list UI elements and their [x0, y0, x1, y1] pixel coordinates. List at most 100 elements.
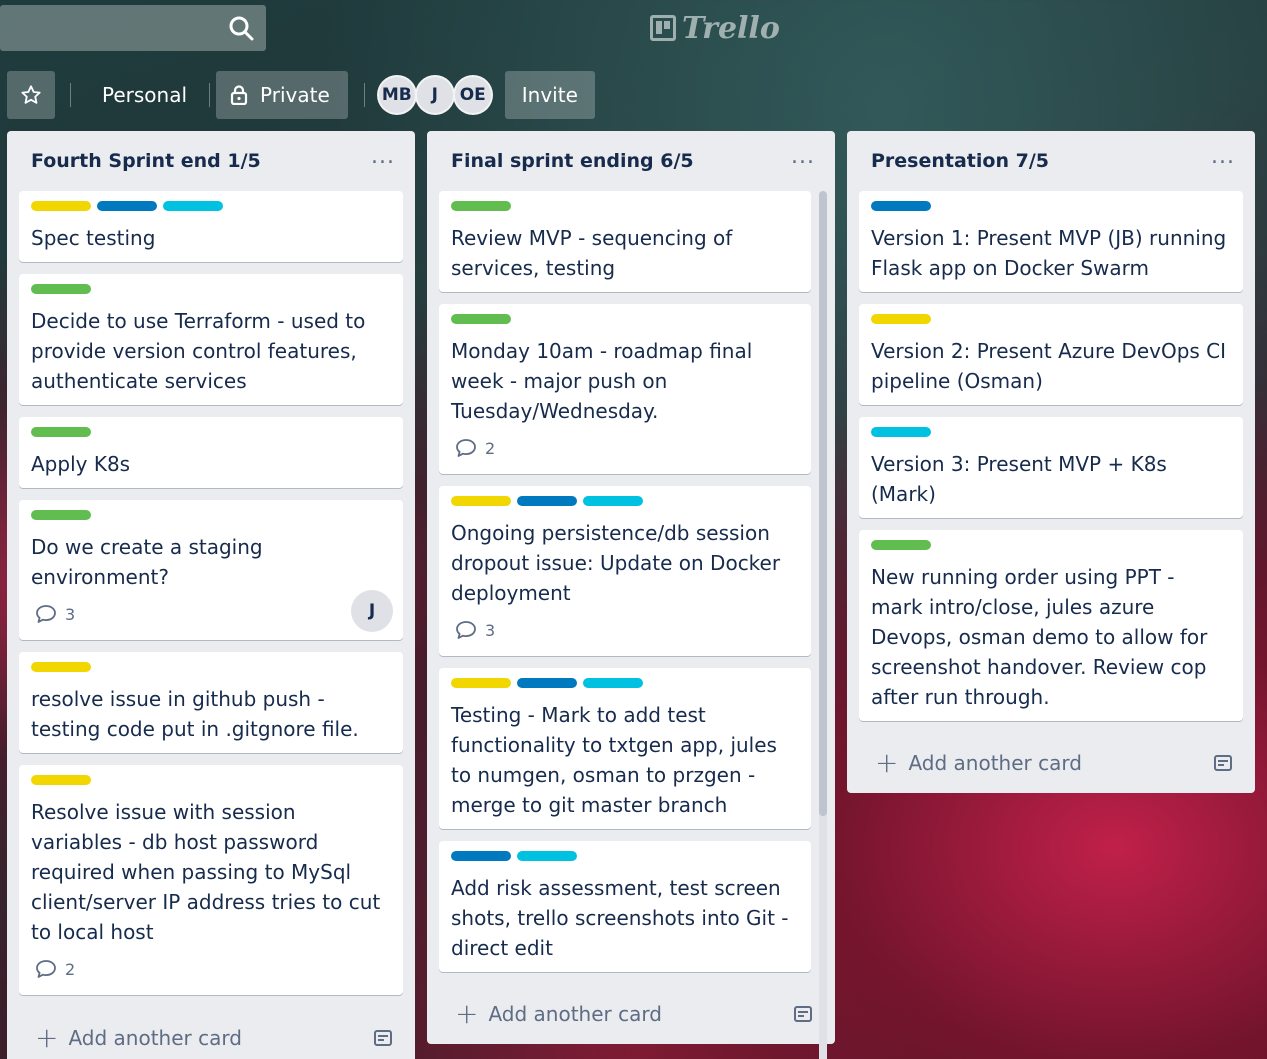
card-template-icon[interactable] — [1213, 753, 1233, 773]
card-labels — [451, 201, 799, 211]
label-green[interactable] — [451, 314, 511, 324]
label-green[interactable] — [871, 540, 931, 550]
add-card-label: Add another card — [488, 1002, 662, 1026]
label-yellow[interactable] — [31, 775, 91, 785]
scrollbar-thumb[interactable] — [819, 191, 827, 816]
card-title: Version 2: Present Azure DevOps CI pipel… — [871, 339, 1227, 393]
comment-count: 3 — [485, 620, 496, 640]
list: Fourth Sprint end 1/5 ... Spec testing De… — [7, 131, 415, 1059]
list-scrollbar[interactable] — [819, 191, 827, 1059]
label-blue[interactable] — [97, 201, 157, 211]
comment-icon — [36, 605, 56, 623]
label-yellow[interactable] — [871, 314, 931, 324]
card-title: Do we create a staging environment? — [31, 535, 263, 589]
card-title: Decide to use Terraform - used to provid… — [31, 309, 366, 393]
list-menu-button[interactable]: ... — [371, 146, 395, 168]
add-card-button[interactable]: + Add another card — [35, 1021, 242, 1054]
card-labels — [871, 201, 1231, 211]
list-header[interactable]: Final sprint ending 6/5 ... — [427, 131, 835, 191]
workspace-button[interactable]: Personal — [86, 71, 203, 119]
visibility-button[interactable]: Private — [216, 71, 348, 119]
card-title: Monday 10am - roadmap final week - major… — [451, 339, 753, 423]
card[interactable]: Version 2: Present Azure DevOps CI pipel… — [859, 304, 1243, 405]
label-blue[interactable] — [451, 851, 511, 861]
list-title[interactable]: Fourth Sprint end 1/5 — [31, 150, 261, 172]
card-badges: 3 — [451, 616, 799, 644]
search-icon — [229, 16, 254, 41]
label-yellow[interactable] — [451, 496, 511, 506]
member-avatar[interactable]: MB — [376, 75, 417, 115]
card[interactable]: Add risk assessment, test screen shots, … — [439, 841, 811, 972]
label-green[interactable] — [31, 510, 91, 520]
label-green[interactable] — [31, 427, 91, 437]
add-card-button[interactable]: + Add another card — [455, 1000, 662, 1028]
plus-icon: + — [35, 1021, 59, 1054]
card[interactable]: New running order using PPT - mark intro… — [859, 530, 1243, 721]
label-blue[interactable] — [871, 201, 931, 211]
trello-logo[interactable]: Trello — [650, 10, 780, 46]
card-member-avatar[interactable]: J — [351, 590, 393, 632]
comment-count: 3 — [65, 604, 76, 624]
board-header: Personal Private MB J OE Invite — [7, 71, 595, 119]
card[interactable]: Monday 10am - roadmap final week - major… — [439, 304, 811, 474]
label-yellow[interactable] — [31, 201, 91, 211]
add-card-label: Add another card — [68, 1026, 242, 1050]
list-menu-button[interactable]: ... — [791, 146, 815, 168]
member-avatar[interactable]: OE — [452, 75, 493, 115]
card-list: Version 1: Present MVP (JB) running Flas… — [847, 191, 1255, 721]
label-blue[interactable] — [517, 496, 577, 506]
card-labels — [871, 314, 1231, 324]
list-header[interactable]: Fourth Sprint end 1/5 ... — [7, 131, 415, 191]
card[interactable]: Testing - Mark to add test functionality… — [439, 668, 811, 829]
invite-button[interactable]: Invite — [504, 71, 595, 119]
member-avatar[interactable]: J — [414, 75, 455, 115]
label-sky[interactable] — [871, 427, 931, 437]
card-title: resolve issue in github push - testing c… — [31, 687, 359, 741]
card-title: New running order using PPT - mark intro… — [871, 565, 1208, 709]
card-template-icon[interactable] — [793, 1004, 813, 1024]
label-yellow[interactable] — [451, 678, 511, 688]
label-sky[interactable] — [583, 496, 643, 506]
list-header[interactable]: Presentation 7/5 ... — [847, 131, 1255, 191]
card-title: Version 3: Present MVP + K8s (Mark) — [871, 452, 1167, 506]
card[interactable]: Do we create a staging environment? 3 J — [19, 500, 403, 640]
card[interactable]: Review MVP - sequencing of services, tes… — [439, 191, 811, 292]
list-title[interactable]: Final sprint ending 6/5 — [451, 150, 694, 172]
list: Final sprint ending 6/5 ... Review MVP -… — [427, 131, 835, 1059]
card-title: Add risk assessment, test screen shots, … — [451, 876, 789, 960]
card[interactable]: Version 1: Present MVP (JB) running Flas… — [859, 191, 1243, 292]
label-sky[interactable] — [517, 851, 577, 861]
board-members: MB J OE — [376, 75, 493, 115]
card[interactable]: Resolve issue with session variables - d… — [19, 765, 403, 995]
card-labels — [451, 851, 799, 861]
label-green[interactable] — [31, 284, 91, 294]
card[interactable]: Ongoing persistence/db session dropout i… — [439, 486, 811, 656]
visibility-label: Private — [260, 83, 330, 107]
header-divider — [209, 83, 211, 107]
add-card-button[interactable]: + Add another card — [875, 749, 1082, 777]
card-template-icon[interactable] — [373, 1028, 393, 1048]
label-yellow[interactable] — [31, 662, 91, 672]
label-green[interactable] — [451, 201, 511, 211]
header-divider — [363, 83, 365, 107]
card-badges: 2 — [451, 434, 799, 462]
card-list: Spec testing Decide to use Terraform - us… — [7, 191, 415, 995]
card-title: Resolve issue with session variables - d… — [31, 800, 381, 944]
card[interactable]: Decide to use Terraform - used to provid… — [19, 274, 403, 405]
search-input[interactable] — [0, 5, 266, 51]
card[interactable]: Spec testing — [19, 191, 403, 262]
card[interactable]: resolve issue in github push - testing c… — [19, 652, 403, 753]
star-button[interactable] — [7, 71, 55, 119]
card-labels — [451, 678, 799, 688]
label-blue[interactable] — [517, 678, 577, 688]
card-labels — [451, 314, 799, 324]
trello-logo-icon — [650, 15, 676, 41]
list-title[interactable]: Presentation 7/5 — [871, 150, 1049, 172]
card[interactable]: Apply K8s — [19, 417, 403, 488]
label-sky[interactable] — [163, 201, 223, 211]
label-sky[interactable] — [583, 678, 643, 688]
comment-count: 2 — [65, 959, 76, 979]
card-labels — [31, 284, 391, 294]
list-menu-button[interactable]: ... — [1211, 146, 1235, 168]
card[interactable]: Version 3: Present MVP + K8s (Mark) — [859, 417, 1243, 518]
